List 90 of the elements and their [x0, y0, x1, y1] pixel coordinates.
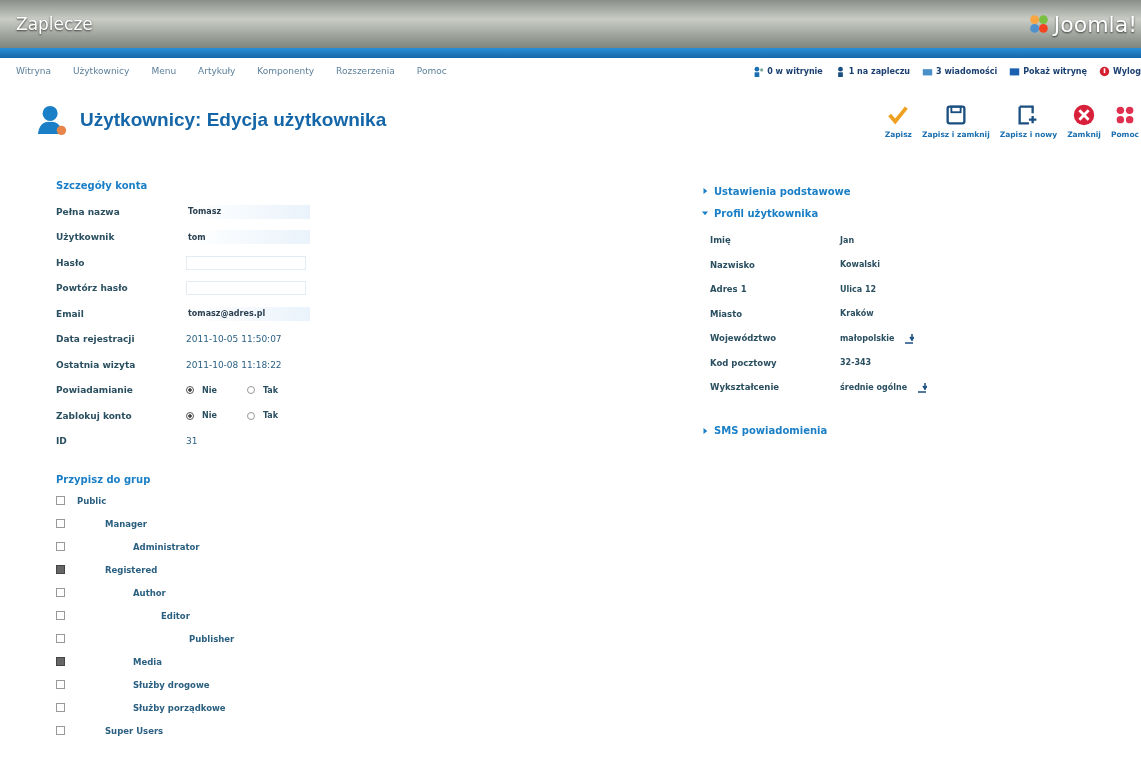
panel-toggle[interactable]: SMS powiadomienia — [702, 419, 1102, 442]
field-value: 2011-10-05 11:50:07 — [186, 334, 282, 345]
caret-right-icon — [702, 188, 708, 194]
field-label: Imię — [710, 235, 732, 246]
field-value: 2011-10-08 11:18:22 — [186, 359, 282, 370]
input-field[interactable]: tom — [186, 230, 310, 245]
caret-right-icon — [702, 427, 708, 434]
checkbox[interactable] — [56, 565, 65, 574]
field-label: Hasło — [56, 257, 86, 268]
option-label: Nie — [202, 385, 217, 395]
field-label: Adres 1 — [710, 284, 748, 295]
status-link[interactable]: Pokaż witrynę — [1009, 65, 1087, 77]
field-label: Powiadamianie — [56, 385, 134, 396]
dropdown-icon — [917, 381, 928, 394]
field-label: Województwo — [710, 333, 778, 344]
option-label: Tak — [262, 385, 279, 395]
power-icon — [1099, 65, 1110, 77]
field-label: Data rejestracji — [56, 334, 136, 345]
field-label: Email — [56, 308, 85, 319]
group-label: Editor — [161, 610, 190, 621]
group-label: Registered — [105, 564, 158, 575]
field-value: Kowalski — [840, 260, 880, 270]
group-label: Publisher — [189, 633, 235, 644]
menu-item[interactable]: Pomoc — [416, 66, 447, 76]
checkbox[interactable] — [56, 657, 65, 666]
group-label: Służby drogowe — [133, 679, 210, 690]
field-value: Jan — [840, 235, 855, 245]
people-icon — [753, 65, 765, 77]
radio-button[interactable] — [186, 411, 194, 420]
menu-item[interactable]: Artykuły — [198, 66, 236, 76]
menu-item[interactable]: Menu — [151, 66, 177, 76]
group-label: Super Users — [105, 725, 164, 736]
menu-item[interactable]: Rozszerzenia — [336, 66, 395, 76]
select-field[interactable]: średnie ogólne — [840, 381, 928, 394]
field-label: Pełna nazwa — [56, 206, 121, 217]
group-label: Author — [133, 587, 166, 598]
field-label: Miasto — [710, 308, 744, 319]
status-link[interactable]: 3 wiadomości — [922, 65, 998, 77]
menu-item[interactable]: Komponenty — [257, 66, 315, 76]
panel-toggle[interactable]: Profil użytkownika — [702, 202, 1102, 224]
status-link[interactable]: 0 w witrynie — [753, 65, 823, 77]
option-label: Nie — [202, 411, 217, 421]
radio-button[interactable] — [246, 411, 255, 420]
group-label: Służby porządkowe — [133, 702, 226, 713]
page-title: Użytkownicy: Edycja użytkownika — [80, 109, 387, 131]
checkbox[interactable] — [56, 634, 65, 643]
field-label: Powtórz hasło — [56, 283, 129, 294]
field-value: 31 — [186, 436, 198, 447]
caret-down-icon — [702, 210, 708, 216]
field-label: ID — [56, 436, 68, 447]
select-field[interactable]: małopolskie — [840, 332, 915, 345]
checkbox[interactable] — [56, 542, 65, 551]
status-link[interactable]: Wylog — [1099, 65, 1141, 77]
field-label: Wykształcenie — [710, 382, 781, 393]
menu-item[interactable]: Użytkownicy — [73, 66, 130, 76]
field-value: 32-343 — [840, 358, 872, 368]
group-label: Manager — [105, 518, 148, 529]
field-label: Ostatnia wizyta — [56, 359, 137, 370]
panel-toggle[interactable]: Ustawienia podstawowe — [702, 180, 1102, 202]
field-value: Ulica 12 — [840, 284, 877, 294]
menu-item[interactable]: Witryna — [16, 66, 51, 76]
input-field[interactable]: tomasz@adres.pl — [186, 306, 310, 321]
group-label: Public — [77, 495, 107, 506]
field-label: Użytkownik — [56, 232, 116, 243]
field-value: Kraków — [840, 309, 874, 319]
radio-button[interactable] — [186, 386, 194, 395]
field-label: Zablokuj konto — [56, 410, 133, 421]
dropdown-icon — [904, 332, 915, 345]
checkbox[interactable] — [56, 726, 65, 735]
password-field[interactable] — [186, 255, 306, 270]
checkbox[interactable] — [56, 496, 65, 505]
header-title: Zaplecze — [16, 14, 93, 34]
screen-icon — [1009, 65, 1021, 77]
input-field[interactable]: Tomasz — [186, 204, 310, 219]
checkbox[interactable] — [56, 611, 65, 620]
checkbox[interactable] — [56, 519, 65, 528]
status-link[interactable]: 1 na zapleczu — [834, 65, 911, 77]
checkbox[interactable] — [56, 588, 65, 597]
group-label: Administrator — [133, 541, 200, 552]
option-label: Tak — [262, 411, 279, 421]
checkbox[interactable] — [56, 703, 65, 712]
user-icon — [36, 104, 68, 136]
field-label: Kod pocztowy — [710, 357, 778, 368]
checkbox[interactable] — [56, 680, 65, 689]
password-field[interactable] — [186, 281, 306, 296]
radio-button[interactable] — [246, 386, 255, 395]
group-label: Media — [133, 656, 162, 667]
field-label: Nazwisko — [710, 259, 756, 270]
section-heading: Przypisz do grup — [56, 474, 152, 485]
section-heading: Szczegóły konta — [56, 180, 149, 191]
